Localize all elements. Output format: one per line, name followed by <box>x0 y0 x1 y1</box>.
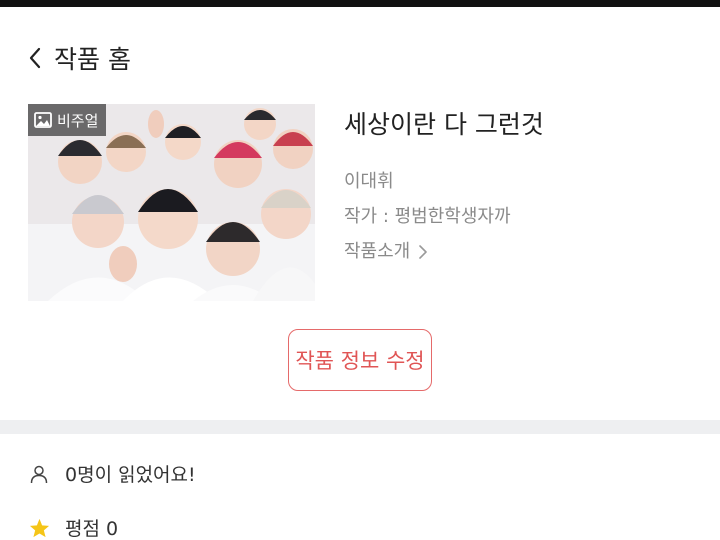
visual-badge: 비주얼 <box>28 104 107 136</box>
page-header: 작품 홈 <box>28 38 131 78</box>
work-subject: 이대휘 <box>344 171 394 192</box>
back-button[interactable]: 작품 홈 <box>28 40 131 76</box>
work-intro-label: 작품소개 <box>344 241 411 262</box>
visual-badge-label: 비주얼 <box>57 111 99 130</box>
readers-count-label: 0명이 읽었어요! <box>65 464 196 486</box>
cover-image[interactable]: 비주얼 <box>28 104 315 301</box>
person-icon <box>28 463 50 485</box>
work-author: 작가 : 평범한학생자까 <box>344 206 511 227</box>
work-intro-link[interactable]: 작품소개 <box>344 240 434 264</box>
chevron-left-icon <box>28 43 50 73</box>
rating-row: 평점 0 <box>28 514 118 540</box>
rating-label: 평점 0 <box>65 518 119 540</box>
chevron-right-icon <box>418 243 434 261</box>
edit-work-info-button[interactable]: 작품 정보 수정 <box>288 329 432 391</box>
readers-count-row: 0명이 읽었어요! <box>28 460 196 487</box>
section-divider <box>0 420 720 434</box>
status-bar <box>0 0 720 7</box>
work-info: 세상이란 다 그런것 이대휘 작가 : 평범한학생자까 작품소개 <box>344 108 704 262</box>
image-icon <box>34 112 52 128</box>
page-title: 작품 홈 <box>54 45 131 74</box>
work-title: 세상이란 다 그런것 <box>344 110 544 139</box>
star-icon <box>28 517 50 539</box>
